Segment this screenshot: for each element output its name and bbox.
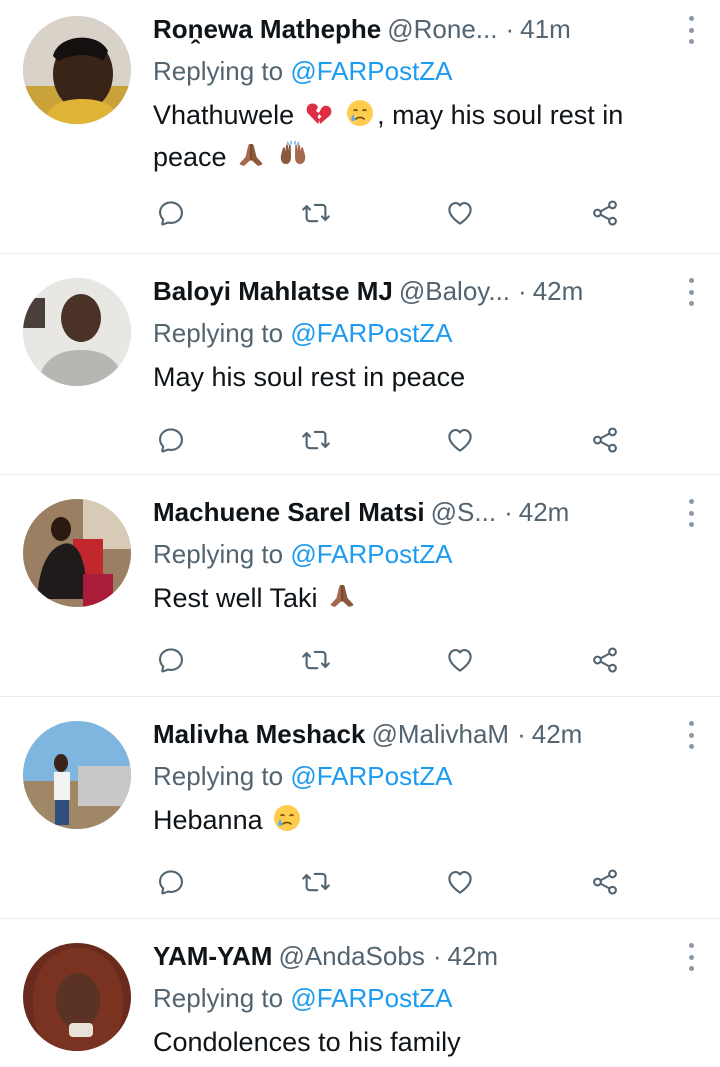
like-icon[interactable] <box>442 422 478 458</box>
tweet-text: Condolences to his family <box>153 1027 461 1057</box>
broken-heart-emoji <box>304 98 334 128</box>
reply-icon[interactable] <box>153 195 189 231</box>
retweet-icon[interactable] <box>298 864 334 900</box>
tweet[interactable]: Machuene Sarel Matsi @S... · 42m Replyin… <box>0 475 720 697</box>
tweet-actions <box>153 864 623 900</box>
folded-hands-emoji <box>327 581 357 611</box>
avatar[interactable] <box>23 16 131 124</box>
replying-to: Replying to @FARPostZA <box>153 314 700 352</box>
tweet-text-part: Rest well Taki <box>153 583 318 613</box>
tweet-actions <box>153 195 623 231</box>
avatar[interactable] <box>23 499 131 607</box>
like-icon[interactable] <box>442 642 478 678</box>
tweet-actions <box>153 642 623 678</box>
user-handle[interactable]: @MalivhaM <box>371 719 509 750</box>
avatar-photo <box>23 16 131 124</box>
tweet[interactable]: Roṋewa Mathephe @Rone... · 41m Replying … <box>0 0 720 254</box>
tweet-text: Vhathuwele , may his soul rest in peace <box>153 94 700 178</box>
display-name[interactable]: Roṋewa Mathephe <box>153 14 381 45</box>
separator-dot: · <box>504 496 513 527</box>
more-options-icon[interactable] <box>684 499 698 527</box>
tweet-text: May his soul rest in peace <box>153 362 466 392</box>
display-name[interactable]: Machuene Sarel Matsi <box>153 497 425 528</box>
user-handle[interactable]: @Baloy... <box>399 276 510 307</box>
avatar-photo <box>23 499 131 607</box>
folded-hands-emoji <box>236 140 266 170</box>
display-name[interactable]: Malivha Meshack <box>153 719 365 750</box>
avatar-photo <box>23 721 131 829</box>
reply-icon[interactable] <box>153 642 189 678</box>
tweet[interactable]: Baloyi Mahlatse MJ @Baloy... · 42m Reply… <box>0 254 720 475</box>
more-options-icon[interactable] <box>684 16 698 44</box>
tweet[interactable]: Malivha Meshack @MalivhaM · 42m Replying… <box>0 697 720 919</box>
like-icon[interactable] <box>442 864 478 900</box>
tweet-text-part: Hebanna <box>153 805 263 835</box>
tweet-text-part: , may his soul rest in <box>377 100 624 130</box>
tweet[interactable]: YAM-YAM @AndaSobs · 42m Replying to @FAR… <box>0 919 720 1067</box>
replying-to: Replying to @FARPostZA <box>153 52 700 90</box>
reply-icon[interactable] <box>153 422 189 458</box>
timestamp[interactable]: 42m <box>533 276 584 307</box>
timestamp[interactable]: 42m <box>519 497 570 528</box>
user-handle[interactable]: @Rone... <box>387 14 497 45</box>
retweet-icon[interactable] <box>298 642 334 678</box>
tweet-text: Hebanna <box>153 799 700 841</box>
tweet-text-part: Vhathuwele <box>153 100 295 130</box>
separator-dot: · <box>517 718 526 749</box>
crying-face-emoji <box>272 803 302 833</box>
share-icon[interactable] <box>587 864 623 900</box>
separator-dot: · <box>518 275 527 306</box>
mention-link[interactable]: @FARPostZA <box>290 318 452 348</box>
replying-prefix: Replying to <box>153 56 284 86</box>
replying-to: Replying to @FARPostZA <box>153 535 700 573</box>
mention-link[interactable]: @FARPostZA <box>290 761 452 791</box>
timestamp[interactable]: 41m <box>520 14 571 45</box>
tweet-text-part: peace <box>153 142 227 172</box>
avatar[interactable] <box>23 721 131 829</box>
avatar[interactable] <box>23 943 131 1051</box>
separator-dot: · <box>432 940 442 971</box>
share-icon[interactable] <box>587 642 623 678</box>
mention-link[interactable]: @FARPostZA <box>290 983 452 1013</box>
more-options-icon[interactable] <box>684 943 698 971</box>
crying-face-emoji <box>345 98 375 128</box>
retweet-icon[interactable] <box>298 195 334 231</box>
display-name[interactable]: YAM-YAM <box>153 941 272 972</box>
like-icon[interactable] <box>442 195 478 231</box>
more-options-icon[interactable] <box>684 721 698 749</box>
replying-prefix: Replying to <box>153 539 284 569</box>
replying-to: Replying to @FARPostZA <box>153 979 700 1017</box>
timestamp[interactable]: 42m <box>448 941 499 972</box>
more-options-icon[interactable] <box>684 278 698 306</box>
avatar-photo <box>23 943 131 1051</box>
mention-link[interactable]: @FARPostZA <box>290 56 452 86</box>
display-name[interactable]: Baloyi Mahlatse MJ <box>153 276 393 307</box>
avatar-photo <box>23 278 131 386</box>
reply-icon[interactable] <box>153 864 189 900</box>
mention-link[interactable]: @FARPostZA <box>290 539 452 569</box>
replying-prefix: Replying to <box>153 761 284 791</box>
user-handle[interactable]: @S... <box>431 497 496 528</box>
replying-to: Replying to @FARPostZA <box>153 757 700 795</box>
retweet-icon[interactable] <box>298 422 334 458</box>
timestamp[interactable]: 42m <box>532 719 583 750</box>
tweet-text: Rest well Taki <box>153 577 700 619</box>
replying-prefix: Replying to <box>153 983 284 1013</box>
share-icon[interactable] <box>587 195 623 231</box>
avatar[interactable] <box>23 278 131 386</box>
share-icon[interactable] <box>587 422 623 458</box>
separator-dot: · <box>505 13 515 44</box>
tweet-actions <box>153 422 623 458</box>
user-handle[interactable]: @AndaSobs <box>278 941 424 972</box>
replying-prefix: Replying to <box>153 318 284 348</box>
raising-hands-emoji <box>278 140 308 170</box>
